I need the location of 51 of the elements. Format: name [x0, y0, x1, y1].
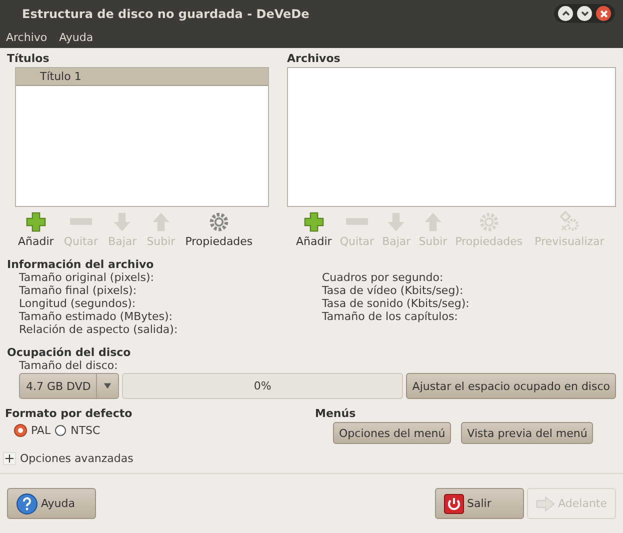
add-button[interactable]: Añadir	[15, 211, 57, 248]
down-chevron-icon	[580, 11, 588, 16]
info-label: Tasa de sonido (Kbits/seg):	[322, 297, 470, 310]
info-label: Tamaño original (pixels):	[19, 271, 155, 284]
section-heading: Menús	[315, 407, 357, 420]
properties-button[interactable]: Propiedades	[182, 211, 256, 248]
gears-icon	[558, 211, 580, 233]
plus-icon	[24, 211, 47, 233]
info-label: Tamaño estimado (MBytes):	[19, 310, 174, 323]
info-label: Relación de aspecto (salida):	[19, 323, 179, 336]
info-label: Tasa de vídeo (Kbits/seg):	[322, 284, 464, 297]
radio-button[interactable]	[54, 425, 66, 436]
quit-button[interactable]: Salir	[435, 488, 524, 519]
window-title: Estructura de disco no guardada - DeVeDe	[22, 6, 310, 20]
radio-button[interactable]	[15, 425, 26, 436]
right-arrow-icon	[536, 494, 556, 512]
close-button[interactable]	[596, 6, 611, 21]
info-label: Cuadros por segundo:	[322, 271, 444, 284]
advanced-options-expander[interactable]: Opciones avanzadas	[3, 452, 616, 465]
info-label: Tamaño final (pixels):	[19, 284, 138, 297]
menu-item[interactable]: Ayuda	[59, 31, 94, 44]
menu-item[interactable]: Archivo	[6, 31, 48, 44]
radio-option[interactable]: NTSC	[54, 424, 100, 437]
section-heading: Archivos	[287, 52, 342, 65]
power-icon	[444, 494, 464, 514]
help-icon	[16, 492, 38, 514]
plus-icon	[302, 211, 325, 233]
help-button[interactable]: Ayuda	[7, 488, 96, 519]
minimize-button[interactable]	[577, 6, 592, 21]
radio-option[interactable]: PAL	[15, 424, 51, 437]
disk-size-label: Tamaño del disco:	[18, 359, 119, 372]
maximize-button[interactable]	[558, 6, 573, 21]
up-chevron-icon	[562, 11, 570, 16]
adjust-button[interactable]: Ajustar el espacio ocupado en disco	[406, 373, 616, 399]
gear-icon	[478, 211, 500, 233]
menu-option-button[interactable]: Vista previa del menú	[461, 422, 594, 444]
close-icon	[600, 10, 608, 18]
section-heading: Formato por defecto	[5, 407, 134, 420]
disk-size-dropdown[interactable]: 4.7 GB DVD	[19, 373, 119, 399]
section-heading: Títulos	[7, 52, 50, 65]
menu-option-button[interactable]: Opciones del menú	[333, 422, 452, 444]
info-label: Tamaño de los capítulos:	[322, 310, 459, 323]
section-heading: Información del archivo	[7, 258, 155, 271]
gear-icon	[208, 211, 230, 233]
minus-icon	[70, 218, 92, 225]
info-label: Longitud (segundos):	[19, 297, 137, 310]
list-item[interactable]: Título 1	[16, 68, 268, 86]
progress-reading: 0%	[254, 380, 272, 392]
add-button[interactable]: Añadir	[293, 211, 335, 248]
section-heading: Ocupación del disco	[7, 346, 132, 359]
minus-icon	[346, 218, 368, 225]
